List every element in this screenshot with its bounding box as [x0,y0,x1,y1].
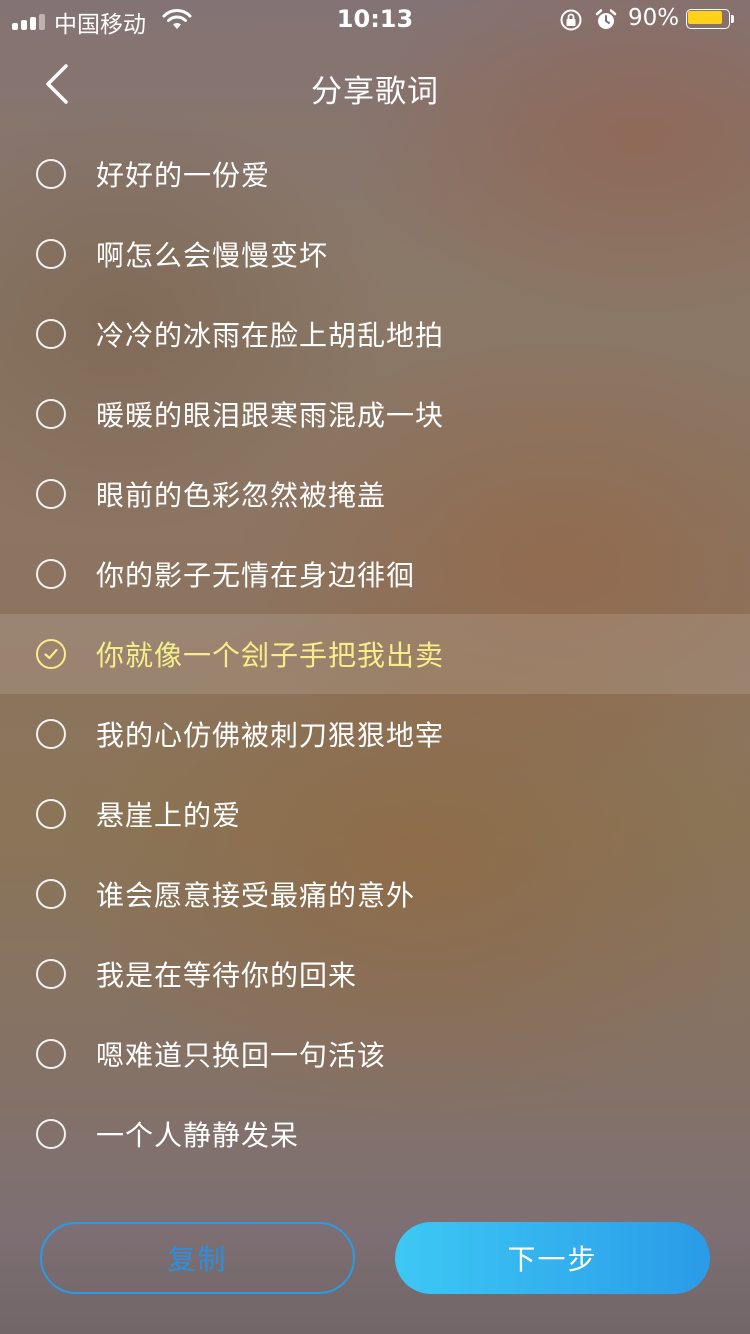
radio-checked-icon[interactable] [36,639,66,669]
radio-unchecked-icon[interactable] [36,159,66,189]
lyric-row[interactable]: 眼前的色彩忽然被掩盖 [0,454,750,534]
alarm-clock-icon [595,9,617,29]
radio-unchecked-icon[interactable] [36,719,66,749]
battery-percentage: 90% [628,5,680,31]
lyric-row[interactable]: 你就像一个刽子手把我出卖 [0,614,750,694]
lyric-row[interactable]: 啊怎么会慢慢变坏 [0,214,750,294]
lyric-row[interactable]: 谁会愿意接受最痛的意外 [0,854,750,934]
lyric-text: 嗯难道只换回一句活该 [96,1039,387,1072]
page-title: 分享歌词 [311,74,439,110]
radio-unchecked-icon[interactable] [36,319,66,349]
lyric-text: 你就像一个刽子手把我出卖 [96,639,445,672]
lyrics-list: 好好的一份爱啊怎么会慢慢变坏冷冷的冰雨在脸上胡乱地拍 暖暖的眼泪跟寒雨混成一块 眼前… [0,134,750,1174]
lyric-text: 眼前的色彩忽然被掩盖 [96,479,387,512]
lyric-text: 我的心仿佛被刺刀狠狠地宰 [96,719,445,752]
lyric-row[interactable]: 我的心仿佛被刺刀狠狠地宰 [0,694,750,774]
lyric-text: 好好的一份爱 [96,159,271,192]
lyric-text: 啊怎么会慢慢变坏 [96,239,329,272]
lyric-text: 暖暖的眼泪跟寒雨混成一块 [96,399,445,432]
lyric-row[interactable]: 悬崖上的爱 [0,774,750,854]
radio-unchecked-icon[interactable] [36,239,66,269]
rotation-lock-icon [560,9,582,31]
radio-unchecked-icon[interactable] [36,559,66,589]
lyric-row[interactable]: 嗯难道只换回一句活该 [0,1014,750,1094]
lyric-row[interactable]: 我是在等待你的回来 [0,934,750,1014]
radio-unchecked-icon[interactable] [36,1039,66,1069]
lyric-row[interactable]: 好好的一份爱 [0,134,750,214]
radio-unchecked-icon[interactable] [36,799,66,829]
lyric-text: 谁会愿意接受最痛的意外 [96,879,416,912]
checkmark-icon [44,648,58,660]
battery-level-fill [688,11,722,24]
lyric-text: 冷冷的冰雨在脸上胡乱地拍 [96,319,445,352]
lyric-row[interactable]: 你的影子无情在身边徘徊 [0,534,750,614]
lyric-row[interactable]: 冷冷的冰雨在脸上胡乱地拍 [0,294,750,374]
radio-unchecked-icon[interactable] [36,479,66,509]
copy-button[interactable]: 复制 [40,1222,355,1294]
lyric-text: 我是在等待你的回来 [96,959,358,992]
lyric-text: 一个人静静发呆 [96,1119,300,1152]
battery-icon [686,9,736,31]
next-step-button[interactable]: 下一步 [395,1222,710,1294]
radio-unchecked-icon[interactable] [36,1119,66,1149]
lyric-text: 悬崖上的爱 [96,799,242,832]
radio-unchecked-icon[interactable] [36,399,66,429]
radio-unchecked-icon[interactable] [36,879,66,909]
lyric-row[interactable]: 一个人静静发呆 [0,1094,750,1174]
radio-unchecked-icon[interactable] [36,959,66,989]
status-bar: 中国移动 10:13 90% [0,0,750,40]
lyric-row[interactable]: 暖暖的眼泪跟寒雨混成一块 [0,374,750,454]
lyric-text: 你的影子无情在身边徘徊 [96,559,416,592]
